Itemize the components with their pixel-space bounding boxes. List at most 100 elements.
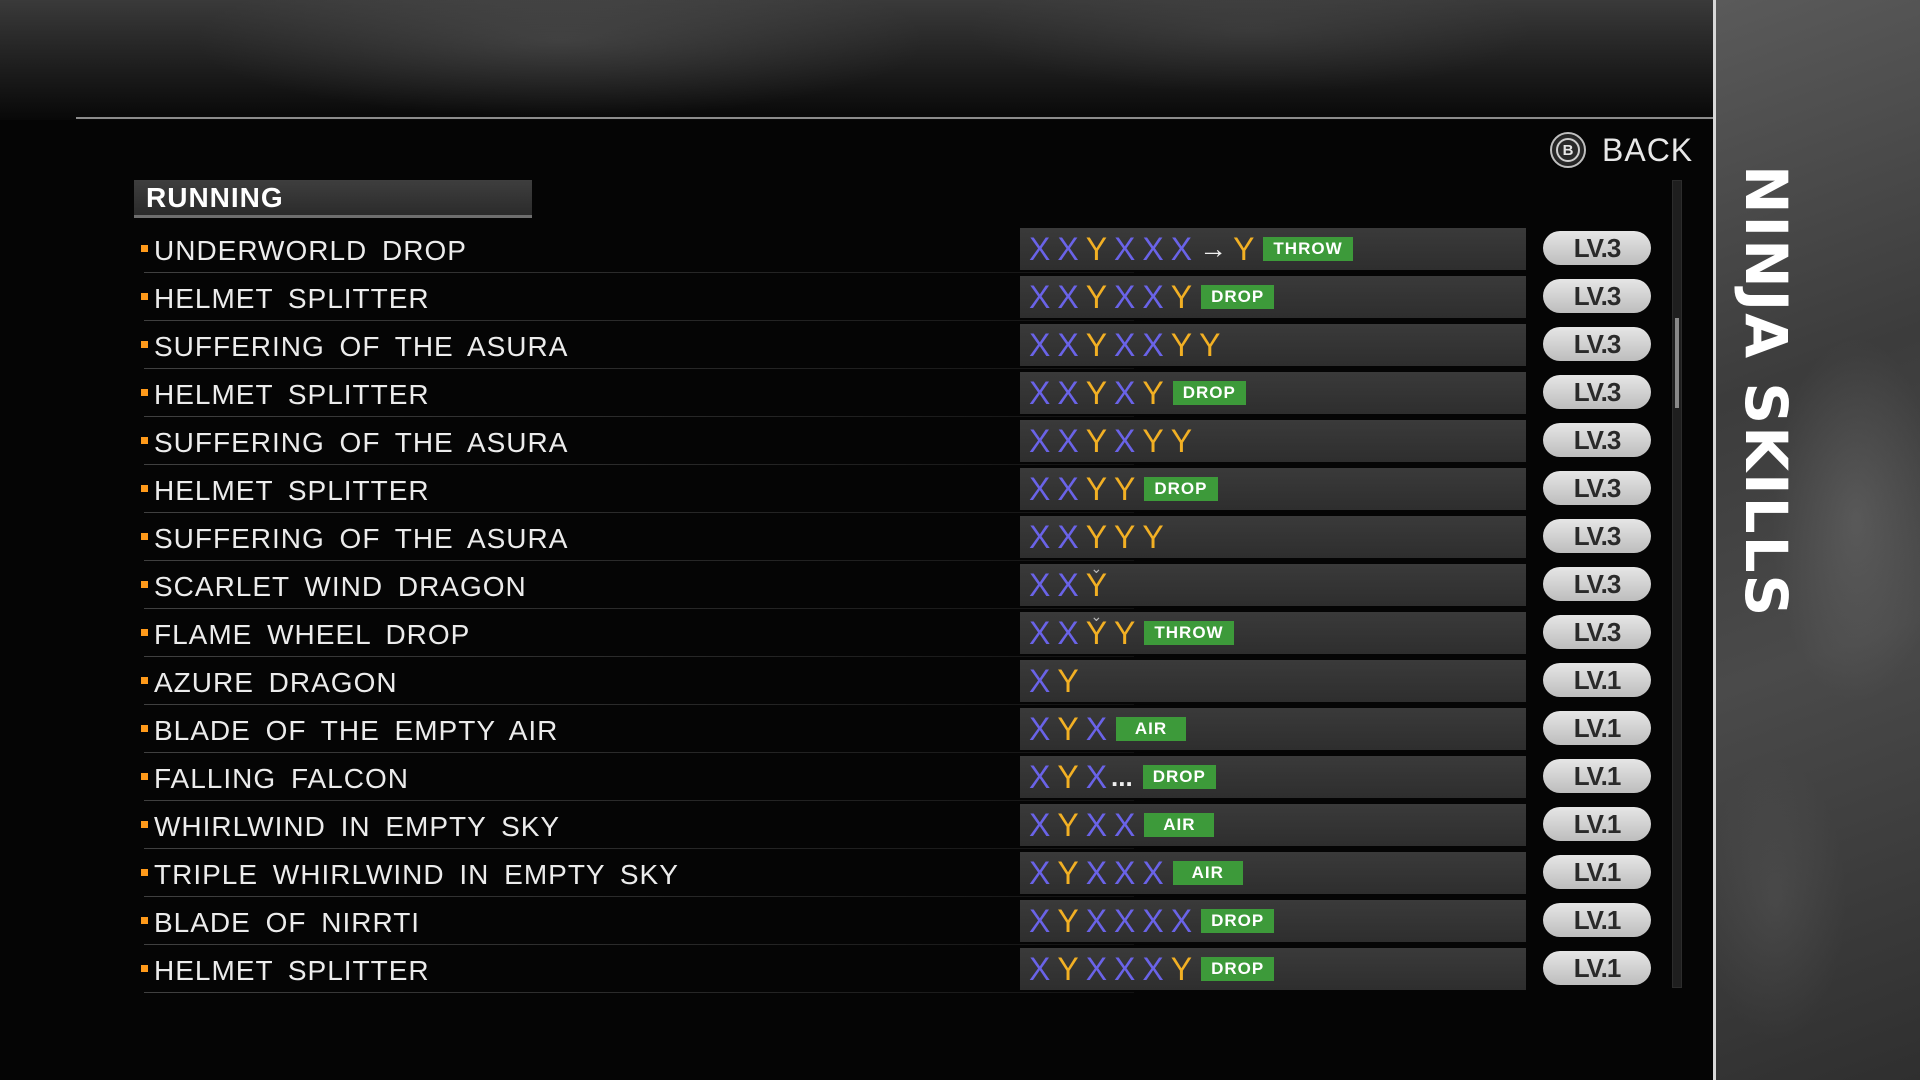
combo-sequence: X Y X X AIR [1020,804,1526,846]
x-button-icon: X [1029,327,1051,363]
skill-row[interactable]: HELMET SPLITTER X X Y Y DROP LV.3 [130,467,1670,515]
x-button-icon: X [1057,615,1079,651]
top-background [0,0,1713,120]
x-button-icon: X [1114,903,1136,939]
y-button-icon: Y [1114,615,1136,651]
skill-row[interactable]: TRIPLE WHIRLWIND IN EMPTY SKY X Y X X X AIR LV.… [130,851,1670,899]
y-button-icon: Y [1057,855,1079,891]
bullet-icon [141,437,148,444]
x-button-icon: X [1142,951,1164,987]
x-button-icon: X [1029,855,1051,891]
level-badge: LV.3 [1543,375,1651,409]
back-button[interactable]: B BACK [1550,128,1693,172]
x-button-icon: X [1029,471,1051,507]
y-button-icon: Y [1085,279,1108,315]
level-badge: LV.1 [1543,711,1651,745]
bullet-icon [141,485,148,492]
skill-row[interactable]: SUFFERING OF THE ASURA X X Y X X Y Y LV.3 [130,323,1670,371]
skill-row[interactable]: FALLING FALCON X Y X... DROP LV.1 [130,755,1670,803]
move-type-tag: DROP [1201,285,1275,309]
level-badge: LV.1 [1543,951,1651,985]
x-button-icon: X [1142,231,1164,267]
skill-row[interactable]: AZURE DRAGON X Y LV.1 [130,659,1670,707]
skill-row[interactable]: FLAME WHEEL DROP X X Y ⌄ Y THROW LV.3 [130,609,1670,659]
y-button-icon: Y [1142,519,1164,555]
combo-sequence: X X Y ⌄ [1020,560,1526,606]
move-type-tag: DROP [1144,477,1218,501]
move-type-tag: AIR [1116,717,1187,741]
x-button-icon: X [1085,903,1108,939]
level-badge: LV.1 [1543,759,1651,793]
skill-name: SUFFERING OF THE ASURA [154,523,569,554]
skill-name: FLAME WHEEL DROP [154,619,471,650]
skill-row[interactable]: HELMET SPLITTER X X Y X Y DROP LV.3 [130,371,1670,419]
y-button-icon: Y [1085,327,1108,363]
row-divider [144,896,1134,897]
x-button-icon: X [1057,375,1079,411]
skill-row[interactable]: HELMET SPLITTER X Y X X X Y DROP LV.1 [130,947,1670,995]
skill-row[interactable]: HELMET SPLITTER X X Y X X Y DROP LV.3 [130,275,1670,323]
skill-row[interactable]: BLADE OF THE EMPTY AIR X Y X AIR LV.1 [130,707,1670,755]
level-badge: LV.3 [1543,231,1651,265]
level-text: LV.3 [1573,520,1622,551]
skill-row[interactable]: UNDERWORLD DROP X X Y X X X → Y THROW LV.3 [130,227,1670,275]
x-button-icon: X [1085,855,1108,891]
x-button-icon: X [1057,471,1079,507]
y-button-icon: Y [1085,519,1108,555]
level-text: LV.3 [1573,232,1622,263]
scrollbar-thumb[interactable] [1675,318,1679,408]
skill-name: HELMET SPLITTER [154,283,430,314]
move-type-tag: THROW [1144,621,1234,645]
x-button-icon: X [1085,759,1108,795]
level-text: LV.1 [1573,664,1622,695]
row-divider [144,656,1134,657]
x-button-icon: X [1114,279,1136,315]
continue-dots: ... [1111,761,1133,792]
skill-row[interactable]: WHIRLWIND IN EMPTY SKY X Y X X AIR LV.1 [130,803,1670,851]
row-divider [144,800,1134,801]
skill-row[interactable]: SUFFERING OF THE ASURA X X Y X Y Y LV.3 [130,419,1670,467]
level-text: LV.1 [1573,760,1622,791]
row-divider [144,416,1134,417]
move-type-tag: AIR [1172,861,1243,885]
skill-name: BLADE OF NIRRTI [154,907,421,938]
combo-sequence: XXYXYY [1020,420,1526,462]
bullet-icon [141,869,148,876]
combo-sequence: X X Y Y DROP [1020,468,1526,510]
b-button-glyph: B [1556,138,1580,162]
skill-name: BLADE OF THE EMPTY AIR [154,715,559,746]
scrollbar-track[interactable] [1672,180,1682,988]
header-divider [76,117,1920,119]
skill-row[interactable]: BLADE OF NIRRTI X Y X X X X DROP LV.1 [130,899,1670,947]
combo-sequence: X X Y X X Y DROP [1020,276,1526,318]
bullet-icon [141,677,148,684]
skill-name: HELMET SPLITTER [154,379,430,410]
x-button-icon: X [1142,279,1164,315]
combo-sequence: X Y X... DROP [1020,756,1526,798]
hold-indicator-icon: ⌄ [1090,560,1103,576]
combo-sequence: X Y X X X AIR [1020,852,1526,894]
move-type-tag: DROP [1172,381,1246,405]
row-divider [144,272,1134,273]
level-text: LV.1 [1573,904,1622,935]
skill-row[interactable]: SCARLET WIND DRAGON X X Y ⌄ LV.3 [130,560,1670,611]
x-button-icon: X [1057,423,1079,459]
row-divider [144,560,1134,561]
level-badge: LV.3 [1543,423,1651,457]
x-button-icon: X [1029,807,1051,843]
skill-row[interactable]: SUFFERING OF THE ASURA X X Y Y Y LV.3 [130,515,1670,563]
skill-name: SCARLET WIND DRAGON [154,571,527,602]
x-button-icon: X [1142,327,1164,363]
level-badge: LV.1 [1543,903,1651,937]
move-type-tag: DROP [1201,909,1275,933]
x-button-icon: X [1085,951,1108,987]
combo-sequence: X Y X AIR [1020,708,1526,750]
x-button-icon: X [1114,231,1136,267]
level-badge: LV.1 [1543,663,1651,697]
x-button-icon: X [1029,903,1051,939]
b-button-icon: B [1550,132,1586,168]
bullet-icon [141,293,148,300]
x-button-icon: X [1142,903,1164,939]
combo-sequence: X Y X X X Y DROP [1020,948,1526,990]
combo-sequence: XY [1020,660,1526,702]
